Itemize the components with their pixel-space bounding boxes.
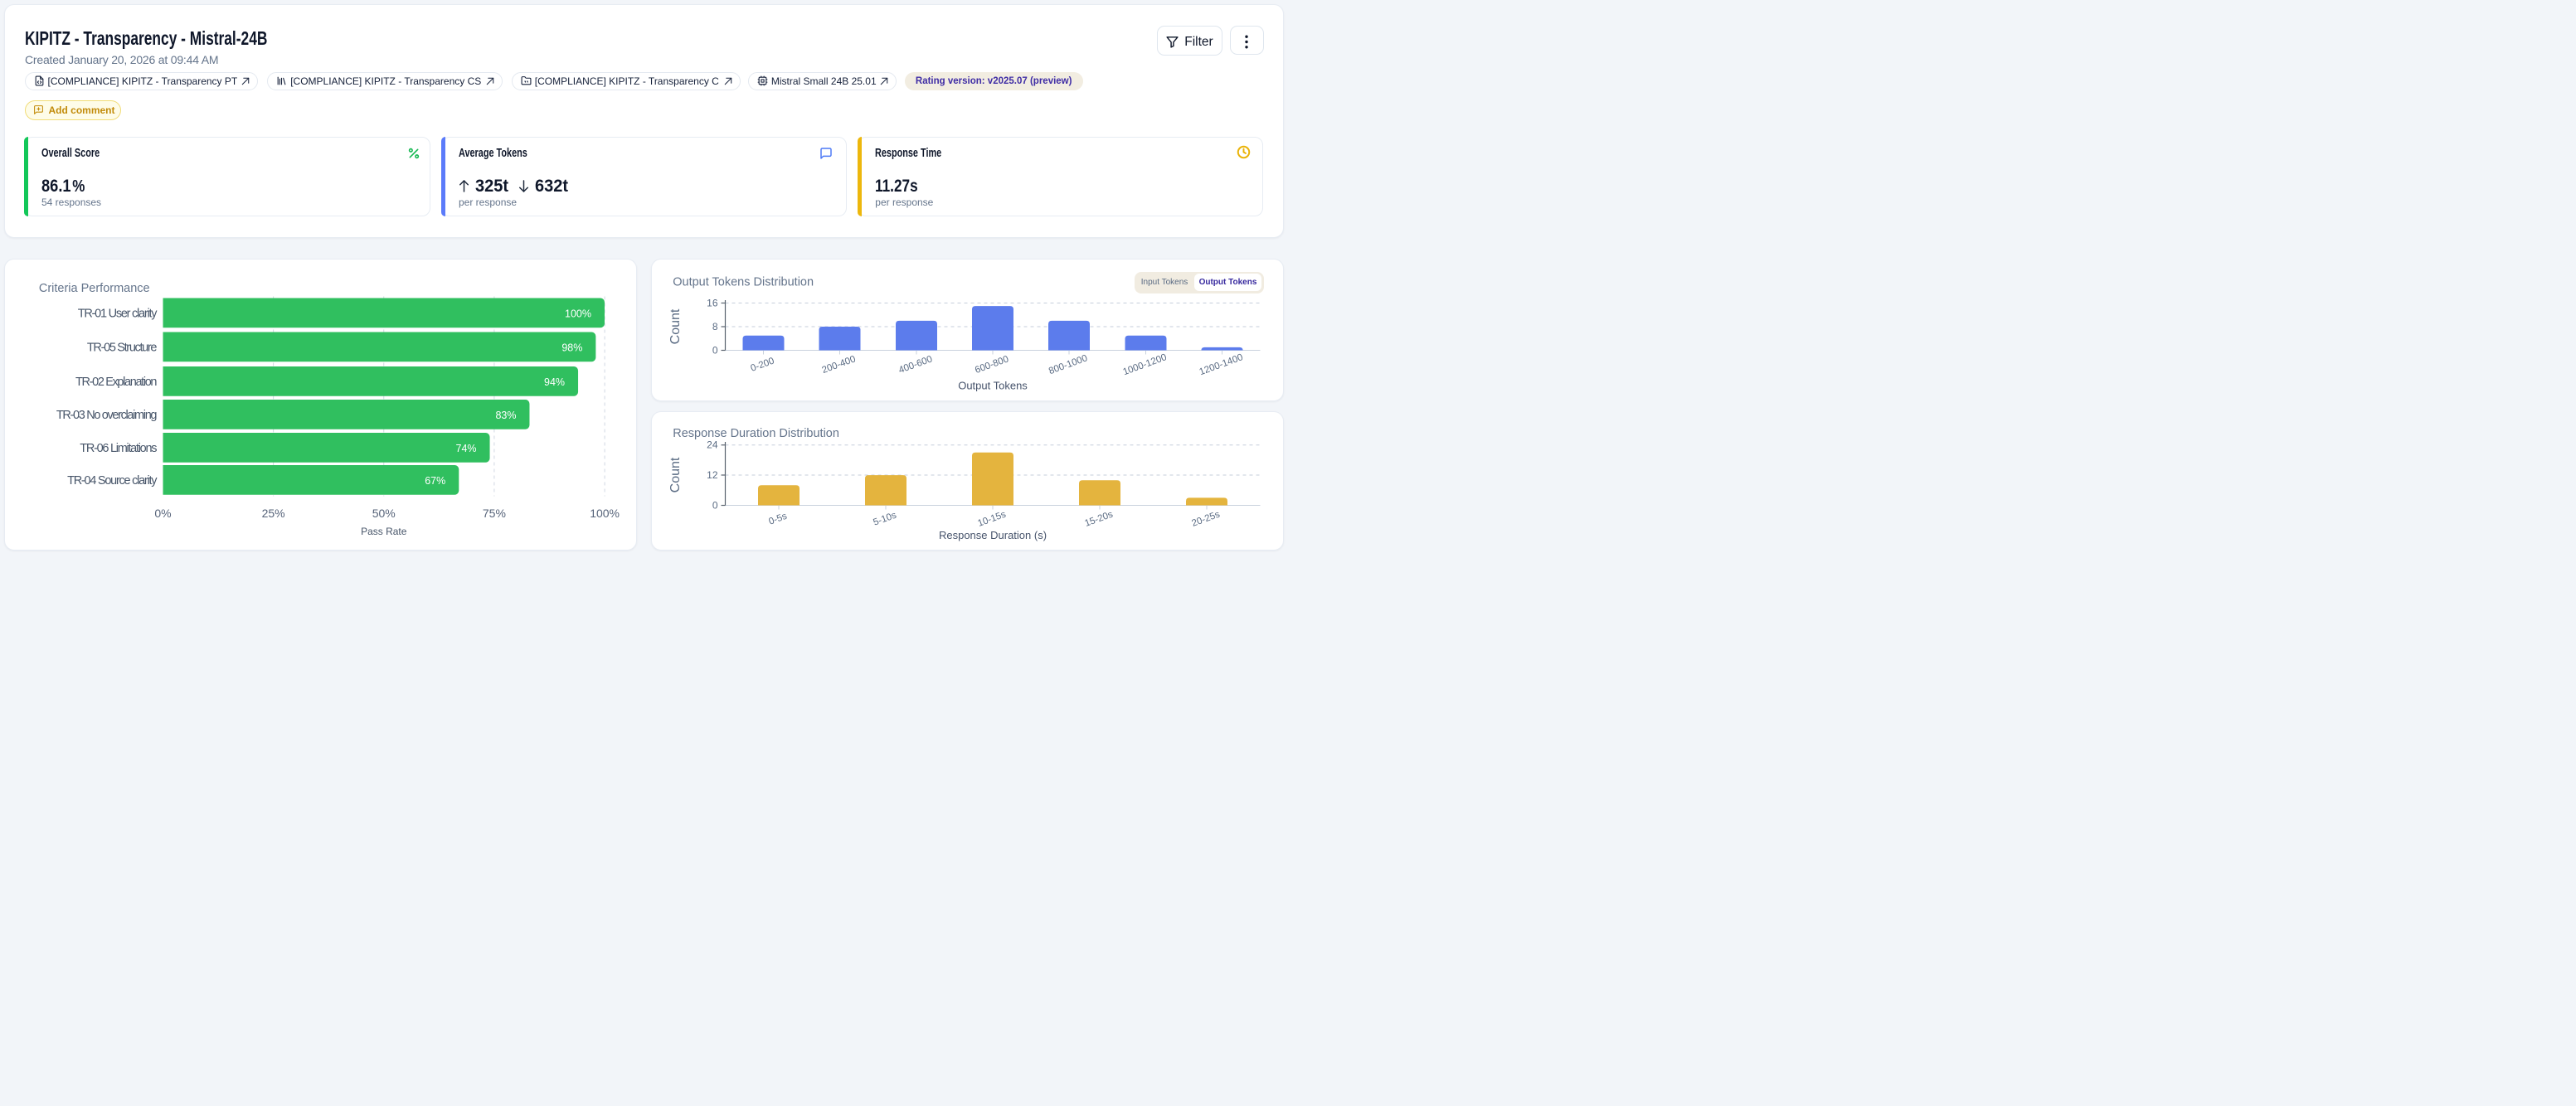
svg-text:94%: 94% bbox=[544, 376, 565, 388]
svg-text:0-200: 0-200 bbox=[749, 356, 775, 373]
svg-text:Response Duration (s): Response Duration (s) bbox=[938, 529, 1046, 541]
svg-text:67%: 67% bbox=[425, 475, 445, 487]
svg-text:16: 16 bbox=[707, 297, 718, 308]
svg-text:0%: 0% bbox=[154, 507, 171, 520]
svg-text:5-10s: 5-10s bbox=[872, 510, 897, 527]
svg-text:100%: 100% bbox=[590, 507, 620, 520]
svg-text:15-20s: 15-20s bbox=[1083, 509, 1114, 528]
svg-text:TR-04 Source clarity: TR-04 Source clarity bbox=[67, 474, 158, 488]
svg-text:Output Tokens Distribution: Output Tokens Distribution bbox=[673, 275, 814, 289]
svg-text:TR-05 Structure: TR-05 Structure bbox=[86, 341, 157, 354]
svg-text:83%: 83% bbox=[495, 410, 516, 421]
svg-text:TR-03 No overclaiming: TR-03 No overclaiming bbox=[56, 409, 157, 422]
svg-text:100%: 100% bbox=[565, 308, 591, 319]
svg-text:10-15s: 10-15s bbox=[976, 509, 1007, 528]
svg-text:24: 24 bbox=[707, 439, 718, 450]
svg-text:Response Duration Distribution: Response Duration Distribution bbox=[673, 427, 839, 440]
svg-text:25%: 25% bbox=[261, 507, 284, 520]
svg-text:Count: Count bbox=[668, 457, 683, 492]
svg-text:0: 0 bbox=[712, 499, 717, 511]
svg-text:Criteria Performance: Criteria Performance bbox=[38, 282, 149, 295]
svg-text:400-600: 400-600 bbox=[897, 354, 934, 376]
svg-text:TR-02 Explanation: TR-02 Explanation bbox=[75, 376, 158, 389]
svg-text:50%: 50% bbox=[372, 507, 395, 520]
svg-text:0: 0 bbox=[712, 344, 717, 356]
svg-text:20-25s: 20-25s bbox=[1190, 509, 1221, 528]
svg-text:Count: Count bbox=[668, 308, 683, 344]
svg-text:TR-01 User clarity: TR-01 User clarity bbox=[77, 307, 158, 320]
svg-text:75%: 75% bbox=[482, 507, 505, 520]
svg-text:98%: 98% bbox=[561, 342, 582, 353]
svg-text:600-800: 600-800 bbox=[974, 354, 1010, 376]
svg-text:0-5s: 0-5s bbox=[767, 511, 788, 526]
svg-text:1000-1200: 1000-1200 bbox=[1121, 352, 1168, 377]
svg-text:8: 8 bbox=[712, 321, 717, 332]
svg-text:74%: 74% bbox=[455, 443, 476, 454]
svg-text:800-1000: 800-1000 bbox=[1047, 353, 1089, 376]
svg-text:200-400: 200-400 bbox=[820, 354, 857, 376]
svg-text:Output Tokens: Output Tokens bbox=[958, 379, 1028, 391]
svg-text:TR-06 Limitations: TR-06 Limitations bbox=[80, 442, 157, 455]
svg-text:1200-1400: 1200-1400 bbox=[1198, 352, 1244, 377]
svg-text:12: 12 bbox=[707, 468, 718, 480]
svg-text:Pass Rate: Pass Rate bbox=[361, 526, 407, 537]
